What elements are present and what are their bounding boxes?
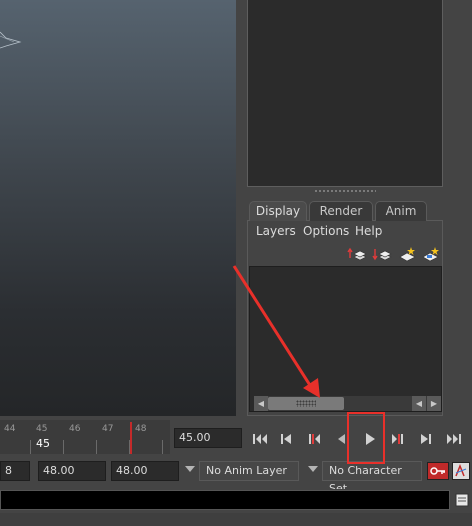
character-set-dropdown-icon[interactable] <box>308 466 318 472</box>
help-line <box>0 513 472 526</box>
playback-start-field[interactable]: 8 <box>0 461 30 481</box>
tick-mark <box>162 440 163 454</box>
step-forward-key-icon[interactable] <box>386 427 410 451</box>
new-layer-from-selected-icon[interactable] <box>421 246 441 262</box>
tick-mark <box>96 440 97 454</box>
scroll-right-icon[interactable]: ▶ <box>427 396 441 411</box>
current-frame-label: 45 <box>36 437 50 450</box>
annotation-highlight-box <box>347 412 385 464</box>
layer-editor: Display Render Anim Layers Options Help <box>247 196 443 416</box>
auto-key-icon[interactable] <box>427 462 449 480</box>
tick-label: 48 <box>135 424 147 434</box>
panel-resize-grip[interactable] <box>314 189 376 193</box>
anim-layer-dropdown-icon[interactable] <box>185 466 195 472</box>
anim-layer-dropdown[interactable]: No Anim Layer <box>199 461 299 481</box>
tick-mark <box>63 440 64 454</box>
tab-anim[interactable]: Anim <box>375 201 427 221</box>
scrollbar-thumb[interactable] <box>268 397 344 410</box>
pane-divider[interactable] <box>236 0 246 416</box>
step-back-frame-icon[interactable] <box>274 427 298 451</box>
tick-label: 47 <box>102 424 114 434</box>
tab-render[interactable]: Render <box>309 201 373 221</box>
step-back-key-icon[interactable] <box>302 427 326 451</box>
menu-help[interactable]: Help <box>355 224 382 238</box>
time-slider[interactable]: 44 45 46 47 48 45 <box>0 420 170 454</box>
layer-list[interactable] <box>249 266 442 412</box>
animation-preferences-icon[interactable] <box>452 462 470 480</box>
tick-label: 45 <box>36 424 48 434</box>
go-to-end-icon[interactable] <box>442 427 466 451</box>
move-layer-up-icon[interactable] <box>347 246 367 262</box>
step-forward-frame-icon[interactable] <box>414 427 438 451</box>
current-frame-field[interactable]: 45.00 <box>174 428 242 448</box>
new-layer-icon[interactable] <box>397 246 417 262</box>
go-to-start-icon[interactable] <box>248 427 272 451</box>
playback-end-field[interactable]: 48.00 <box>38 461 106 481</box>
tab-display[interactable]: Display <box>249 201 307 221</box>
wireframe-object <box>0 31 22 49</box>
move-layer-down-icon[interactable] <box>372 246 392 262</box>
character-set-dropdown[interactable]: No Character Set <box>322 461 422 495</box>
menu-layers[interactable]: Layers <box>256 224 296 238</box>
current-time-marker[interactable] <box>130 422 132 454</box>
command-line-input[interactable] <box>0 490 450 510</box>
tick-mark <box>30 440 31 454</box>
tick-label: 46 <box>69 424 81 434</box>
viewport-panel[interactable] <box>0 0 236 416</box>
animation-end-field[interactable]: 48.00 <box>111 461 179 481</box>
tick-label: 44 <box>4 424 16 434</box>
script-editor-icon[interactable] <box>455 493 469 507</box>
channel-box-panel[interactable] <box>247 0 443 187</box>
scroll-left-icon[interactable]: ◀ <box>412 396 426 411</box>
scroll-left-icon[interactable]: ◀ <box>254 396 268 411</box>
menu-options[interactable]: Options <box>303 224 349 238</box>
layer-list-scrollbar[interactable]: ◀ ◀ ▶ <box>254 396 441 411</box>
